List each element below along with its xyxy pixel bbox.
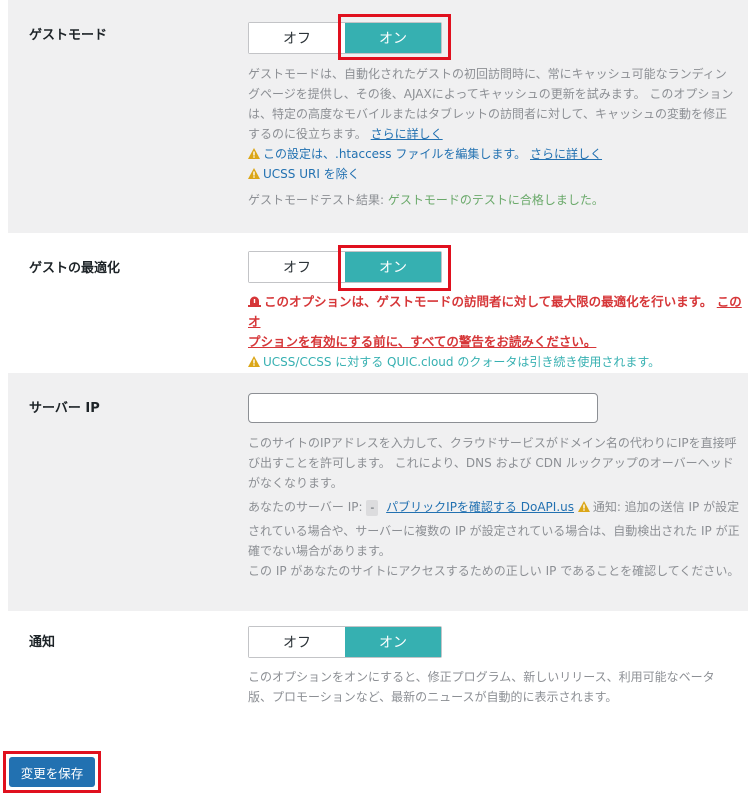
guest-optimization-on-highlight — [338, 245, 451, 291]
check-public-ip-link[interactable]: パブリックIPを確認する DoAPI.us — [386, 500, 574, 514]
guest-mode-on-highlight — [338, 14, 451, 60]
guest-mode-description: ゲストモードは、自動化されたゲストの初回訪問時に、常にキャッシュ可能なランディン… — [248, 64, 742, 210]
save-changes-button[interactable]: 変更を保存 — [9, 757, 95, 787]
guest-optimization-alert: このオプションは、ゲストモードの訪問者に対して最大限の最適化を行います。 このオ — [248, 294, 742, 329]
read-warnings-link-cont[interactable]: プションを有効にする前に、すべての警告をお読みください。 — [248, 334, 596, 349]
guest-mode-label: ゲストモード — [29, 28, 108, 43]
server-ip-description: このサイトのIPアドレスを入力して、クラウドサービスがドメイン名の代わりにIPを… — [248, 436, 740, 578]
notification-section: 通知 オフ オン このオプションをオンにすると、修正プログラム、新しいリリース、… — [8, 611, 748, 741]
warning-icon — [577, 501, 590, 512]
quic-cloud-quota-note: UCSS/CCSS に対する QUIC.cloud のクォータは引き続き使用され… — [248, 352, 742, 372]
guest-optimization-label: ゲストの最適化 — [29, 261, 121, 276]
htaccess-warning: この設定は、.htaccess ファイルを編集します。 さらに詳しく — [248, 144, 742, 164]
ucss-uri-warning: UCSS URI を除く — [248, 164, 742, 184]
notification-label: 通知 — [29, 635, 56, 650]
server-ip-input[interactable] — [248, 393, 598, 423]
warning-icon — [248, 168, 260, 179]
guest-mode-off-option[interactable]: オフ — [249, 23, 345, 53]
server-ip-section: サーバー IP このサイトのIPアドレスを入力して、クラウドサービスがドメイン名… — [8, 373, 748, 611]
notification-off-option[interactable]: オフ — [249, 627, 345, 657]
htaccess-learn-more-link[interactable]: さらに詳しく — [530, 147, 602, 161]
notification-toggle[interactable]: オフ オン — [248, 626, 442, 658]
notification-description: このオプションをオンにすると、修正プログラム、新しいリリース、利用可能なベータ … — [248, 670, 715, 704]
guest-mode-learn-more-link[interactable]: さらに詳しく — [371, 127, 443, 141]
notification-on-option[interactable]: オン — [345, 627, 441, 657]
warning-icon — [248, 356, 260, 367]
detected-ip-value: - — [366, 500, 379, 516]
guest-mode-test-result: ゲストモードテスト結果: ゲストモードのテストに合格しました。 — [248, 193, 604, 207]
siren-icon — [248, 296, 261, 307]
guest-optimization-description: このオプションは、ゲストモードの訪問者に対して最大限の最適化を行います。 このオ… — [248, 292, 742, 372]
warning-icon — [248, 148, 260, 159]
guest-optimization-off-option[interactable]: オフ — [249, 252, 345, 282]
server-ip-label: サーバー IP — [29, 401, 100, 416]
